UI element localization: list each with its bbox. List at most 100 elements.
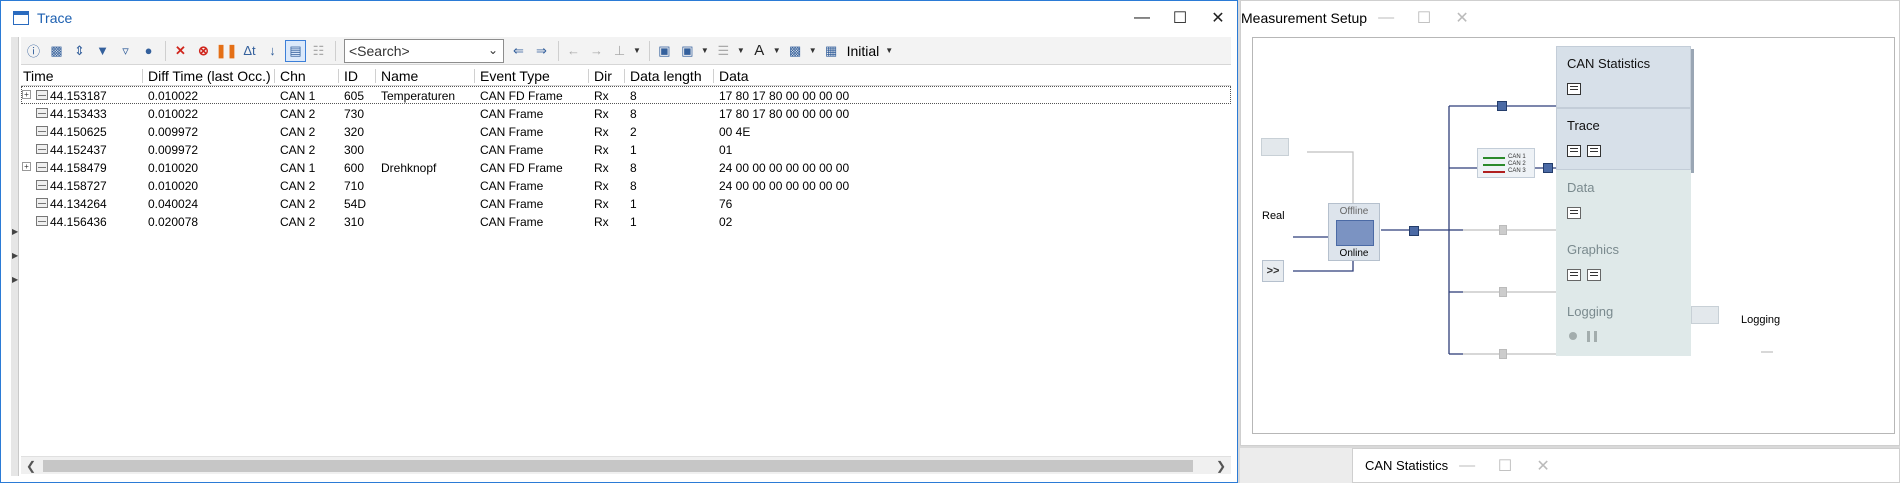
maximize-button[interactable]: ☐ <box>1405 1 1443 35</box>
close-button[interactable]: ✕ <box>1443 1 1481 35</box>
search-prev-icon[interactable]: ⇐ <box>508 40 529 62</box>
chevron-down-icon[interactable]: ▼ <box>737 46 745 55</box>
connection-node[interactable] <box>1499 287 1507 297</box>
window-icon[interactable] <box>1567 207 1581 219</box>
forward-arrow-icon[interactable]: → <box>586 40 607 62</box>
chevron-down-icon[interactable]: ▼ <box>773 46 781 55</box>
chevron-down-icon[interactable]: ▼ <box>701 46 709 55</box>
font-size-icon[interactable]: A <box>749 40 770 62</box>
column-header-data-length[interactable]: Data length <box>630 68 702 84</box>
column-header-chn[interactable]: Chn <box>280 68 306 84</box>
chevron-down-icon[interactable]: ⌄ <box>488 43 498 57</box>
column-header-id[interactable]: ID <box>344 68 358 84</box>
can-statistics-block[interactable]: CAN Statistics <box>1556 46 1691 108</box>
search-next-icon[interactable]: ⇒ <box>531 40 552 62</box>
table-row[interactable]: 44.150625 0.009972 CAN 2 320 CAN Frame Rx 2 00 … <box>21 122 1231 140</box>
record-icon[interactable] <box>1569 332 1577 340</box>
close-button[interactable]: ✕ <box>1199 1 1237 35</box>
table-row[interactable]: 44.152437 0.009972 CAN 2 300 CAN Frame Rx 1 01 <box>21 140 1231 158</box>
table-row[interactable]: +44.153187 0.010022 CAN 1 605 Temperaturen CA… <box>21 86 1231 104</box>
logging-file-folder-icon[interactable] <box>1691 306 1719 324</box>
minimize-button[interactable]: — <box>1123 1 1161 35</box>
offline-source-folder-icon[interactable] <box>1261 138 1289 156</box>
column-header-event-type[interactable]: Event Type <box>480 68 550 84</box>
minimize-button[interactable]: — <box>1448 449 1486 483</box>
scroll-mode-icon[interactable]: ⇕ <box>69 40 90 62</box>
marker-icon[interactable]: ⊥ <box>609 40 630 62</box>
statistics-icon[interactable]: ▩ <box>46 40 67 62</box>
table-row[interactable]: 44.134264 0.040024 CAN 2 54D CAN Frame Rx 1 76 <box>21 194 1231 212</box>
line-style-icon[interactable]: ☰ <box>713 40 734 62</box>
chevron-down-icon[interactable]: ▼ <box>885 46 893 55</box>
layout-icon[interactable]: ▩ <box>785 40 806 62</box>
expand-row-icon[interactable]: + <box>22 162 31 171</box>
expand-arrow-icon[interactable]: ▶ <box>12 227 18 236</box>
connection-node[interactable] <box>1409 226 1419 236</box>
close-button[interactable]: ✕ <box>1524 449 1562 483</box>
window-icon[interactable] <box>1567 145 1581 157</box>
measurement-setup-titlebar[interactable]: Measurement Setup — ☐ ✕ <box>1241 1 1899 35</box>
delete-icon[interactable]: ✕ <box>170 40 191 62</box>
info-icon[interactable]: ⓘ <box>23 40 44 62</box>
real-mode-button[interactable]: >> <box>1262 260 1284 282</box>
column-config-icon[interactable]: ▦ <box>821 40 842 62</box>
channel-filter-block[interactable]: CAN 1 CAN 2 CAN 3 <box>1477 148 1535 178</box>
filter-icon[interactable]: ▼ <box>92 40 113 62</box>
window-icon[interactable] <box>1567 269 1581 281</box>
maximize-button[interactable]: ☐ <box>1161 1 1199 35</box>
column-icon[interactable]: ☷ <box>308 40 329 62</box>
filter-channel-label: CAN 1 <box>1508 154 1526 160</box>
chevron-down-icon[interactable]: ▼ <box>809 46 817 55</box>
graphics-block[interactable]: Graphics <box>1556 232 1691 294</box>
can-statistics-window-title: CAN Statistics <box>1365 458 1449 473</box>
connection-node[interactable] <box>1499 225 1507 235</box>
table-row[interactable]: 44.158727 0.010020 CAN 2 710 CAN Frame Rx 8 24 … <box>21 176 1231 194</box>
maximize-button[interactable]: ☐ <box>1486 449 1524 483</box>
trace-block[interactable]: Trace <box>1556 108 1691 170</box>
table-row[interactable]: 44.156436 0.020078 CAN 2 310 CAN Frame Rx 1 02 <box>21 212 1231 230</box>
delete-filter-icon[interactable]: ⊗ <box>193 40 214 62</box>
pause-icon[interactable] <box>1587 331 1597 342</box>
folder-icon[interactable]: ▣ <box>654 40 675 62</box>
delta-time-icon[interactable]: Δt <box>239 40 260 62</box>
logging-block[interactable]: Logging <box>1556 294 1691 356</box>
pause-icon[interactable]: ❚❚ <box>216 40 238 62</box>
window-icon[interactable] <box>1567 83 1581 95</box>
table-row[interactable]: 44.153433 0.010022 CAN 2 730 CAN Frame Rx 8 17 … <box>21 104 1231 122</box>
scroll-right-icon[interactable]: ❯ <box>1216 459 1226 473</box>
column-header-time[interactable]: Time <box>23 68 54 84</box>
chevron-down-icon[interactable]: ▼ <box>633 46 641 55</box>
connection-node[interactable] <box>1543 163 1553 173</box>
block-label: Graphics <box>1567 242 1620 257</box>
logging-file-label: Logging <box>1741 314 1781 326</box>
connection-node[interactable] <box>1497 101 1507 111</box>
online-offline-switch[interactable]: Offline Online <box>1328 203 1380 261</box>
detail-view-icon[interactable]: ▤ <box>285 39 306 62</box>
table-row[interactable]: +44.158479 0.010020 CAN 1 600 Drehknopf CAN F… <box>21 158 1231 176</box>
expand-row-icon[interactable]: + <box>22 90 31 99</box>
search-input[interactable]: <Search> ⌄ <box>344 38 504 63</box>
minimize-button[interactable]: — <box>1367 1 1405 35</box>
expand-arrow-icon[interactable]: ▶ <box>12 275 18 284</box>
back-arrow-icon[interactable]: ← <box>563 40 584 62</box>
settings-icon[interactable] <box>1587 145 1601 157</box>
column-header-name[interactable]: Name <box>381 68 418 84</box>
settings-icon[interactable] <box>1587 269 1601 281</box>
scroll-left-icon[interactable]: ❮ <box>26 459 36 473</box>
expand-arrow-icon[interactable]: ▶ <box>12 251 18 260</box>
can-statistics-window[interactable]: CAN Statistics — ☐ ✕ <box>1352 448 1900 483</box>
column-header-dir[interactable]: Dir <box>594 68 612 84</box>
find-icon[interactable]: ● <box>138 40 159 62</box>
sort-down-icon[interactable]: ↓ <box>262 40 283 62</box>
column-header-diff-time[interactable]: Diff Time (last Occ.) <box>148 68 271 84</box>
trace-titlebar[interactable]: Trace — ☐ ✕ <box>1 1 1237 35</box>
horizontal-scrollbar[interactable]: ❮ ❯ <box>21 456 1231 474</box>
column-header-data[interactable]: Data <box>719 68 749 84</box>
connection-node[interactable] <box>1499 349 1507 359</box>
folder-settings-icon[interactable]: ▣ <box>677 40 698 62</box>
filter-pass-icon[interactable]: ▿ <box>115 40 136 62</box>
scroll-thumb[interactable] <box>43 460 1193 472</box>
column-config-label[interactable]: Initial <box>847 43 880 59</box>
side-splitter[interactable]: ▶ ▶ ▶ <box>11 37 19 476</box>
data-block[interactable]: Data <box>1556 170 1691 232</box>
